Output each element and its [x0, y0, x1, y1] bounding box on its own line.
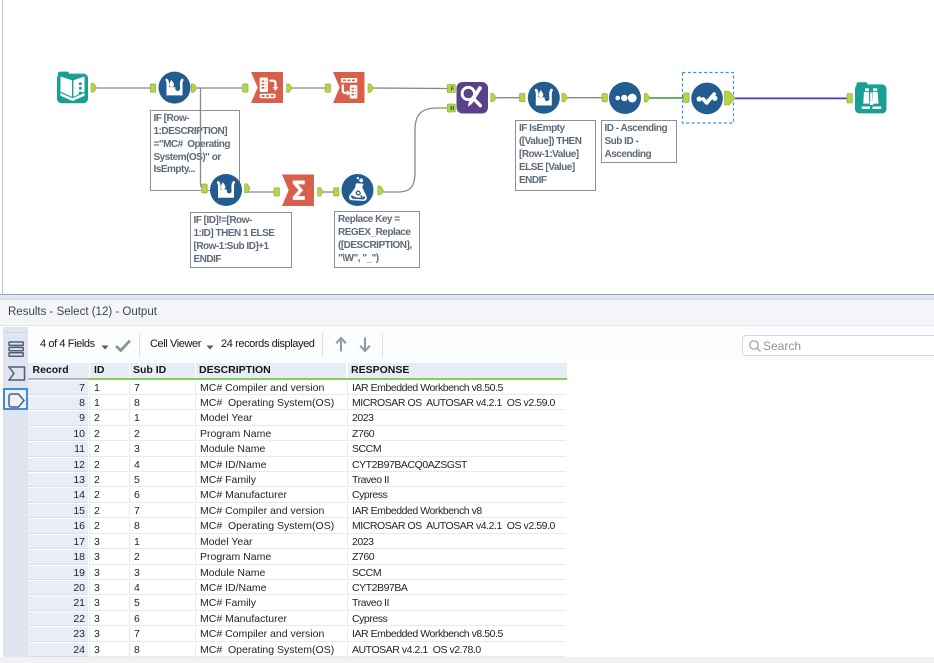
svg-text:F: F [451, 87, 455, 93]
